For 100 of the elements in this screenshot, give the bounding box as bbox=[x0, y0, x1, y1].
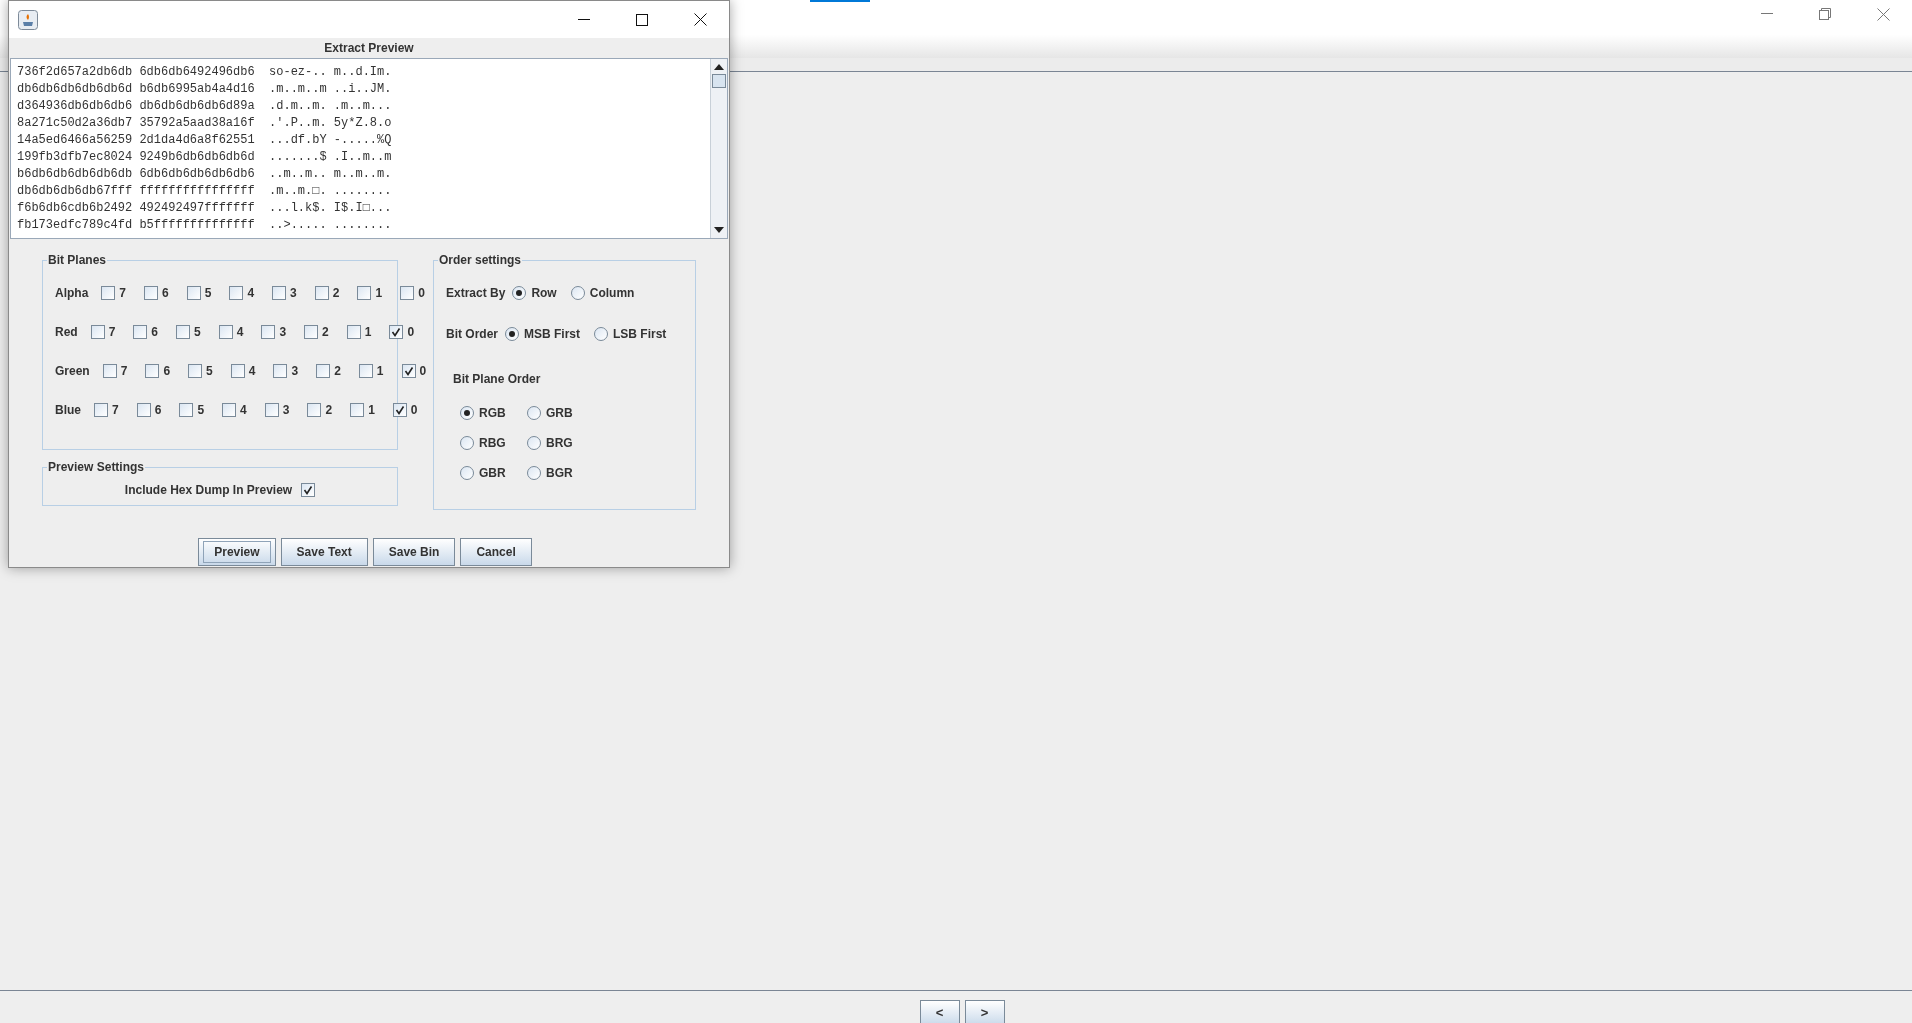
bit-label: 6 bbox=[154, 401, 162, 419]
dialog-button[interactable]: Preview bbox=[198, 538, 276, 566]
bit-label: 3 bbox=[282, 401, 290, 419]
scrollbar[interactable] bbox=[710, 59, 727, 238]
close-icon bbox=[693, 13, 707, 26]
hex-dump-line: 736f2d657a2db6db 6db6db6492496db6 so-ez-.. m..d.Im. bbox=[17, 64, 393, 81]
radio-button[interactable] bbox=[460, 466, 474, 480]
bit-label: 4 bbox=[236, 323, 244, 341]
hex-dump-line: db6db6db6db6db6d b6db6995ab4a4d16 .m..m..m ..i..JM. bbox=[17, 81, 393, 98]
preview-title: Extract Preview bbox=[324, 40, 414, 57]
maximize-icon bbox=[636, 13, 648, 26]
checkbox[interactable] bbox=[264, 402, 279, 417]
bit-label: 4 bbox=[247, 284, 255, 302]
bit-label: 2 bbox=[334, 362, 341, 380]
checkbox-label: Include Hex Dump In Preview bbox=[124, 481, 293, 499]
checkbox[interactable] bbox=[145, 363, 160, 378]
checkbox[interactable] bbox=[401, 363, 416, 378]
checkbox[interactable] bbox=[136, 402, 151, 417]
checkbox[interactable] bbox=[261, 324, 276, 339]
checkbox[interactable] bbox=[358, 363, 373, 378]
scroll-up-icon bbox=[714, 63, 724, 71]
nav-button[interactable]: < bbox=[919, 1000, 960, 1023]
checkbox[interactable] bbox=[90, 324, 105, 339]
group-title: Preview Settings bbox=[47, 459, 146, 475]
radio-label: LSB First bbox=[613, 325, 667, 343]
checkbox[interactable] bbox=[102, 363, 117, 378]
dialog-button[interactable]: Save Text bbox=[280, 538, 368, 566]
scroll-down-icon bbox=[714, 226, 724, 234]
checkbox[interactable] bbox=[179, 402, 194, 417]
checkbox[interactable] bbox=[188, 363, 203, 378]
hex-dump-line: d364936db6db6db6 db6db6db6db6d89a .d.m..m. .m..m... bbox=[17, 98, 393, 115]
scroll-thumb[interactable] bbox=[712, 74, 726, 88]
bit-label: 1 bbox=[375, 284, 383, 302]
checkbox[interactable] bbox=[230, 363, 245, 378]
bit-label: 5 bbox=[206, 362, 213, 380]
dialog-button[interactable]: Cancel bbox=[460, 538, 532, 566]
field-label: Extract By bbox=[446, 284, 506, 302]
radio-label: RBG bbox=[479, 435, 506, 452]
hex-dump-line: fb173edfc789c4fd b5ffffffffffffff ..>..... ........ bbox=[17, 217, 393, 234]
bit-label: 1 bbox=[376, 362, 384, 380]
channel-label: Red bbox=[55, 323, 78, 341]
bit-label: 7 bbox=[112, 401, 119, 419]
checkbox[interactable] bbox=[186, 285, 201, 300]
minimize-icon bbox=[578, 18, 590, 21]
hex-dump-line: 14a5ed6466a56259 2d1da4d6a8f62551 ...df.bY -.....%Q bbox=[17, 132, 393, 149]
radio-button[interactable] bbox=[527, 466, 541, 480]
checkbox[interactable] bbox=[176, 324, 191, 339]
checkbox[interactable] bbox=[133, 324, 148, 339]
checkbox[interactable] bbox=[350, 402, 365, 417]
checkbox[interactable] bbox=[316, 363, 331, 378]
checkbox[interactable] bbox=[229, 285, 244, 300]
bit-label: 5 bbox=[197, 401, 205, 419]
checkbox[interactable] bbox=[272, 285, 287, 300]
checkbox[interactable] bbox=[307, 402, 322, 417]
radio-button[interactable] bbox=[527, 406, 541, 420]
checkbox[interactable] bbox=[218, 324, 233, 339]
checkbox[interactable] bbox=[101, 285, 116, 300]
radio-button[interactable] bbox=[505, 326, 519, 341]
channel-label: Green bbox=[55, 362, 90, 380]
hex-dump-line: f6b6db6cdb6b2492 492492497fffffff ...l.k$. I$.I□... bbox=[17, 200, 393, 217]
bit-label: 6 bbox=[163, 362, 171, 380]
checkbox[interactable] bbox=[304, 324, 319, 339]
bit-label: 3 bbox=[279, 323, 287, 341]
checkbox[interactable] bbox=[346, 324, 361, 339]
checkbox[interactable] bbox=[222, 402, 237, 417]
bit-label: 3 bbox=[291, 362, 299, 380]
radio-label: MSB First bbox=[524, 325, 581, 343]
minimize-icon bbox=[1761, 13, 1773, 15]
checkbox[interactable] bbox=[392, 402, 407, 417]
radio-label: Column bbox=[589, 284, 635, 302]
bit-label: 0 bbox=[410, 401, 418, 419]
bit-label: 3 bbox=[290, 284, 297, 302]
bit-label: 1 bbox=[368, 401, 375, 419]
hex-dump-line: 199fb3dfb7ec8024 9249b6db6db6db6d .......$ .I..m..m bbox=[17, 149, 393, 166]
radio-label: BRG bbox=[546, 435, 573, 452]
radio-button[interactable] bbox=[527, 436, 541, 450]
checkbox[interactable] bbox=[389, 324, 404, 339]
dialog-button[interactable]: Save Bin bbox=[372, 538, 456, 566]
radio-label: GRB bbox=[546, 405, 573, 422]
radio-button[interactable] bbox=[460, 406, 474, 420]
checkbox[interactable] bbox=[273, 363, 288, 378]
checkbox[interactable] bbox=[144, 285, 159, 300]
app-icon bbox=[18, 9, 38, 30]
radio-label: GBR bbox=[479, 465, 506, 482]
radio-button[interactable] bbox=[594, 326, 609, 341]
bit-label: 2 bbox=[322, 323, 329, 341]
radio-button[interactable] bbox=[570, 285, 585, 300]
checkbox[interactable] bbox=[94, 402, 108, 417]
checkbox[interactable] bbox=[301, 482, 316, 497]
checkbox[interactable] bbox=[400, 285, 415, 300]
bit-label: 7 bbox=[108, 323, 116, 341]
nav-button[interactable]: > bbox=[964, 1000, 1005, 1023]
field-label: Bit Order bbox=[446, 325, 498, 343]
restore-icon bbox=[1819, 8, 1831, 20]
radio-button[interactable] bbox=[512, 285, 527, 300]
checkbox[interactable] bbox=[357, 285, 372, 300]
checkbox[interactable] bbox=[314, 285, 329, 300]
bit-label: 4 bbox=[248, 362, 256, 380]
radio-button[interactable] bbox=[460, 436, 474, 450]
bit-label: 0 bbox=[419, 362, 427, 380]
